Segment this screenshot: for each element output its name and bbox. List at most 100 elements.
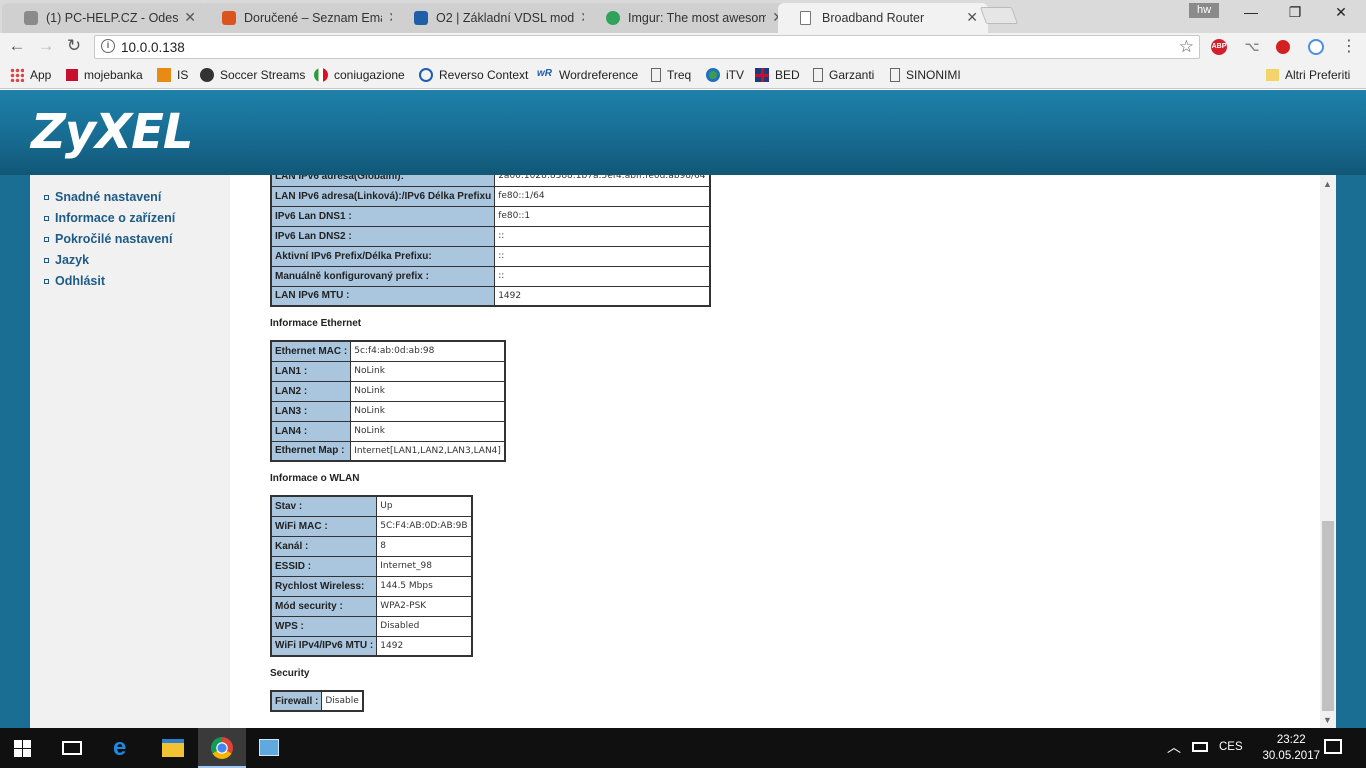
- bullet-icon: [44, 215, 49, 221]
- close-window-icon[interactable]: ✕: [1326, 4, 1356, 21]
- network-app-icon[interactable]: [259, 739, 279, 756]
- tab-o2[interactable]: O2 | Základní VDSL mode ✕: [392, 3, 602, 33]
- field-label: Mód security :: [270, 595, 378, 617]
- bookmark-star-icon[interactable]: ☆: [1179, 37, 1194, 57]
- reload-icon[interactable]: ↻: [63, 36, 85, 56]
- bookmark-wordreference[interactable]: wR Wordreference: [537, 68, 638, 82]
- bookmark-treq[interactable]: Treq: [651, 68, 691, 82]
- bookmark-sinonimi[interactable]: SINONIMI: [890, 68, 961, 82]
- bookmark-coniugazione[interactable]: coniugazione: [314, 68, 405, 82]
- tab-pc-help[interactable]: (1) PC-HELP.CZ - Odeslat ✕: [2, 3, 206, 33]
- menu-item-label: Pokročilé nastavení: [55, 232, 173, 246]
- ipv6-row: Aktivní IPv6 Prefix/Délka Prefixu:::: [270, 245, 711, 267]
- security-row: Firewall : Disable: [270, 690, 364, 712]
- bookmark-garzanti[interactable]: Garzanti: [813, 68, 874, 82]
- ipv6-row: LAN IPv6 adresa(Globální): 2a00:1028:8388…: [270, 175, 711, 187]
- field-label: Ethernet MAC :: [270, 340, 352, 362]
- restore-icon[interactable]: ❐: [1280, 4, 1310, 21]
- field-value: 1492: [494, 285, 711, 307]
- wlan-row: WPS : Disabled: [270, 615, 473, 637]
- network-icon[interactable]: [1192, 742, 1208, 752]
- task-view-icon[interactable]: [62, 741, 82, 755]
- field-label: WiFi IPv4/IPv6 MTU :: [270, 635, 378, 657]
- bookmark-label: iTV: [726, 68, 744, 82]
- bookmark-label: Treq: [667, 68, 692, 82]
- menu-item-easy-setup[interactable]: Snadné nastavení: [44, 190, 161, 204]
- ipv6-info-table: LAN IPv6 adresa(Globální): 2a00:1028:8388…: [270, 175, 711, 307]
- menu-item-logout[interactable]: Odhlásit: [44, 274, 105, 288]
- scroll-up-arrow-icon[interactable]: ▲: [1323, 179, 1332, 189]
- field-value: 5c:f4:ab:0d:ab:98: [350, 340, 506, 362]
- bookmark-reverso-context[interactable]: Reverso Context: [419, 68, 528, 82]
- field-label: LAN4 :: [270, 420, 352, 442]
- field-value: NoLink: [350, 400, 506, 422]
- bookmark-mojebanka[interactable]: mojebanka: [66, 68, 143, 82]
- field-value: 1492: [376, 635, 473, 657]
- info-icon[interactable]: i: [101, 39, 115, 53]
- wlan-row: WiFi MAC :5C:F4:AB:0D:AB:9B: [270, 515, 473, 537]
- scrollbar[interactable]: ▲ ▼: [1320, 175, 1336, 728]
- field-value: ::: [494, 265, 711, 287]
- action-center-icon[interactable]: [1324, 739, 1342, 754]
- cast-icon[interactable]: [1308, 39, 1324, 55]
- apps-grid-icon: [10, 68, 24, 82]
- tab-title: Imgur: The most awesom: [628, 11, 766, 25]
- field-label: LAN IPv6 MTU :: [270, 285, 496, 307]
- tab-title: Doručené – Seznam Ema: [244, 11, 382, 25]
- clock-date: 30.05.2017: [1262, 750, 1320, 762]
- minimize-icon[interactable]: —: [1236, 4, 1266, 20]
- bookmark-app[interactable]: App: [10, 68, 51, 82]
- clock[interactable]: 23:22 30.05.2017: [1262, 732, 1320, 764]
- field-label: IPv6 Lan DNS2 :: [270, 225, 496, 247]
- tab-close-icon[interactable]: ✕: [184, 9, 196, 26]
- bookmark-label: Wordreference: [559, 68, 639, 82]
- profile-badge[interactable]: hw: [1189, 3, 1219, 18]
- ethernet-info-table: Ethernet MAC :5c:f4:ab:0d:ab:98 LAN1 : NoL…: [270, 340, 506, 462]
- field-label: IPv6 Lan DNS1 :: [270, 205, 496, 227]
- bookmark-is[interactable]: IS: [157, 68, 188, 82]
- language-indicator[interactable]: CES: [1219, 741, 1243, 753]
- menu-item-device-info[interactable]: Informace o zařízení: [44, 211, 175, 225]
- menu-dots-icon[interactable]: ⋮: [1338, 36, 1360, 56]
- ipv6-row: IPv6 Lan DNS2 :::: [270, 225, 711, 247]
- scrollbar-thumb[interactable]: [1322, 521, 1334, 711]
- bookmarks-bar: App mojebanka IS Soccer Streams coniugaz…: [0, 61, 1366, 89]
- bookmark-other-folder[interactable]: Altri Preferiti: [1266, 68, 1350, 82]
- record-icon[interactable]: [1276, 40, 1290, 54]
- main-scroll-area[interactable]: LAN IPv6 adresa(Globální): 2a00:1028:8388…: [230, 175, 1320, 728]
- chrome-icon[interactable]: [198, 728, 246, 768]
- folder-icon: [1266, 69, 1279, 81]
- tab-broadband-router[interactable]: Broadband Router ✕: [778, 3, 988, 33]
- edge-icon[interactable]: e: [113, 736, 135, 760]
- menu-item-advanced-setup[interactable]: Pokročilé nastavení: [44, 232, 172, 246]
- field-label: LAN IPv6 adresa(Globální):: [270, 175, 496, 187]
- bookmark-soccer-streams[interactable]: Soccer Streams: [200, 68, 305, 82]
- acrobat-icon[interactable]: ⌥: [1244, 39, 1260, 55]
- file-explorer-icon[interactable]: [162, 739, 184, 757]
- tab-imgur[interactable]: Imgur: The most awesom ✕: [584, 3, 794, 33]
- field-value: NoLink: [350, 360, 506, 382]
- field-label: Firewall :: [270, 690, 323, 712]
- windows-start-icon[interactable]: [14, 740, 31, 757]
- address-bar[interactable]: i 10.0.0.138 ☆: [94, 35, 1200, 59]
- ethernet-row: LAN4 : NoLink: [270, 420, 506, 442]
- tab-seznam-email[interactable]: Doručené – Seznam Ema ✕: [200, 3, 410, 33]
- tab-favicon-icon: [222, 11, 236, 25]
- tab-close-icon[interactable]: ✕: [966, 9, 978, 26]
- back-arrow-icon[interactable]: ←: [6, 36, 28, 56]
- forward-arrow-icon[interactable]: →: [35, 36, 57, 56]
- tab-title: (1) PC-HELP.CZ - Odeslat: [46, 11, 178, 25]
- new-tab-button[interactable]: [979, 7, 1019, 24]
- menu-item-language[interactable]: Jazyk: [44, 253, 89, 267]
- tray-chevron-up-icon[interactable]: ︿: [1167, 737, 1189, 759]
- bullet-icon: [44, 278, 49, 284]
- field-value: 8: [376, 535, 473, 557]
- ethernet-row: Ethernet MAC :5c:f4:ab:0d:ab:98: [270, 340, 506, 362]
- bookmark-itv[interactable]: iTV: [706, 68, 744, 82]
- field-label: LAN3 :: [270, 400, 352, 422]
- adblock-plus-icon[interactable]: ABP: [1211, 39, 1227, 55]
- bullet-icon: [44, 236, 49, 242]
- bookmark-label: Reverso Context: [439, 68, 529, 82]
- scroll-down-arrow-icon[interactable]: ▼: [1323, 715, 1332, 725]
- bookmark-bed[interactable]: BED: [755, 68, 800, 82]
